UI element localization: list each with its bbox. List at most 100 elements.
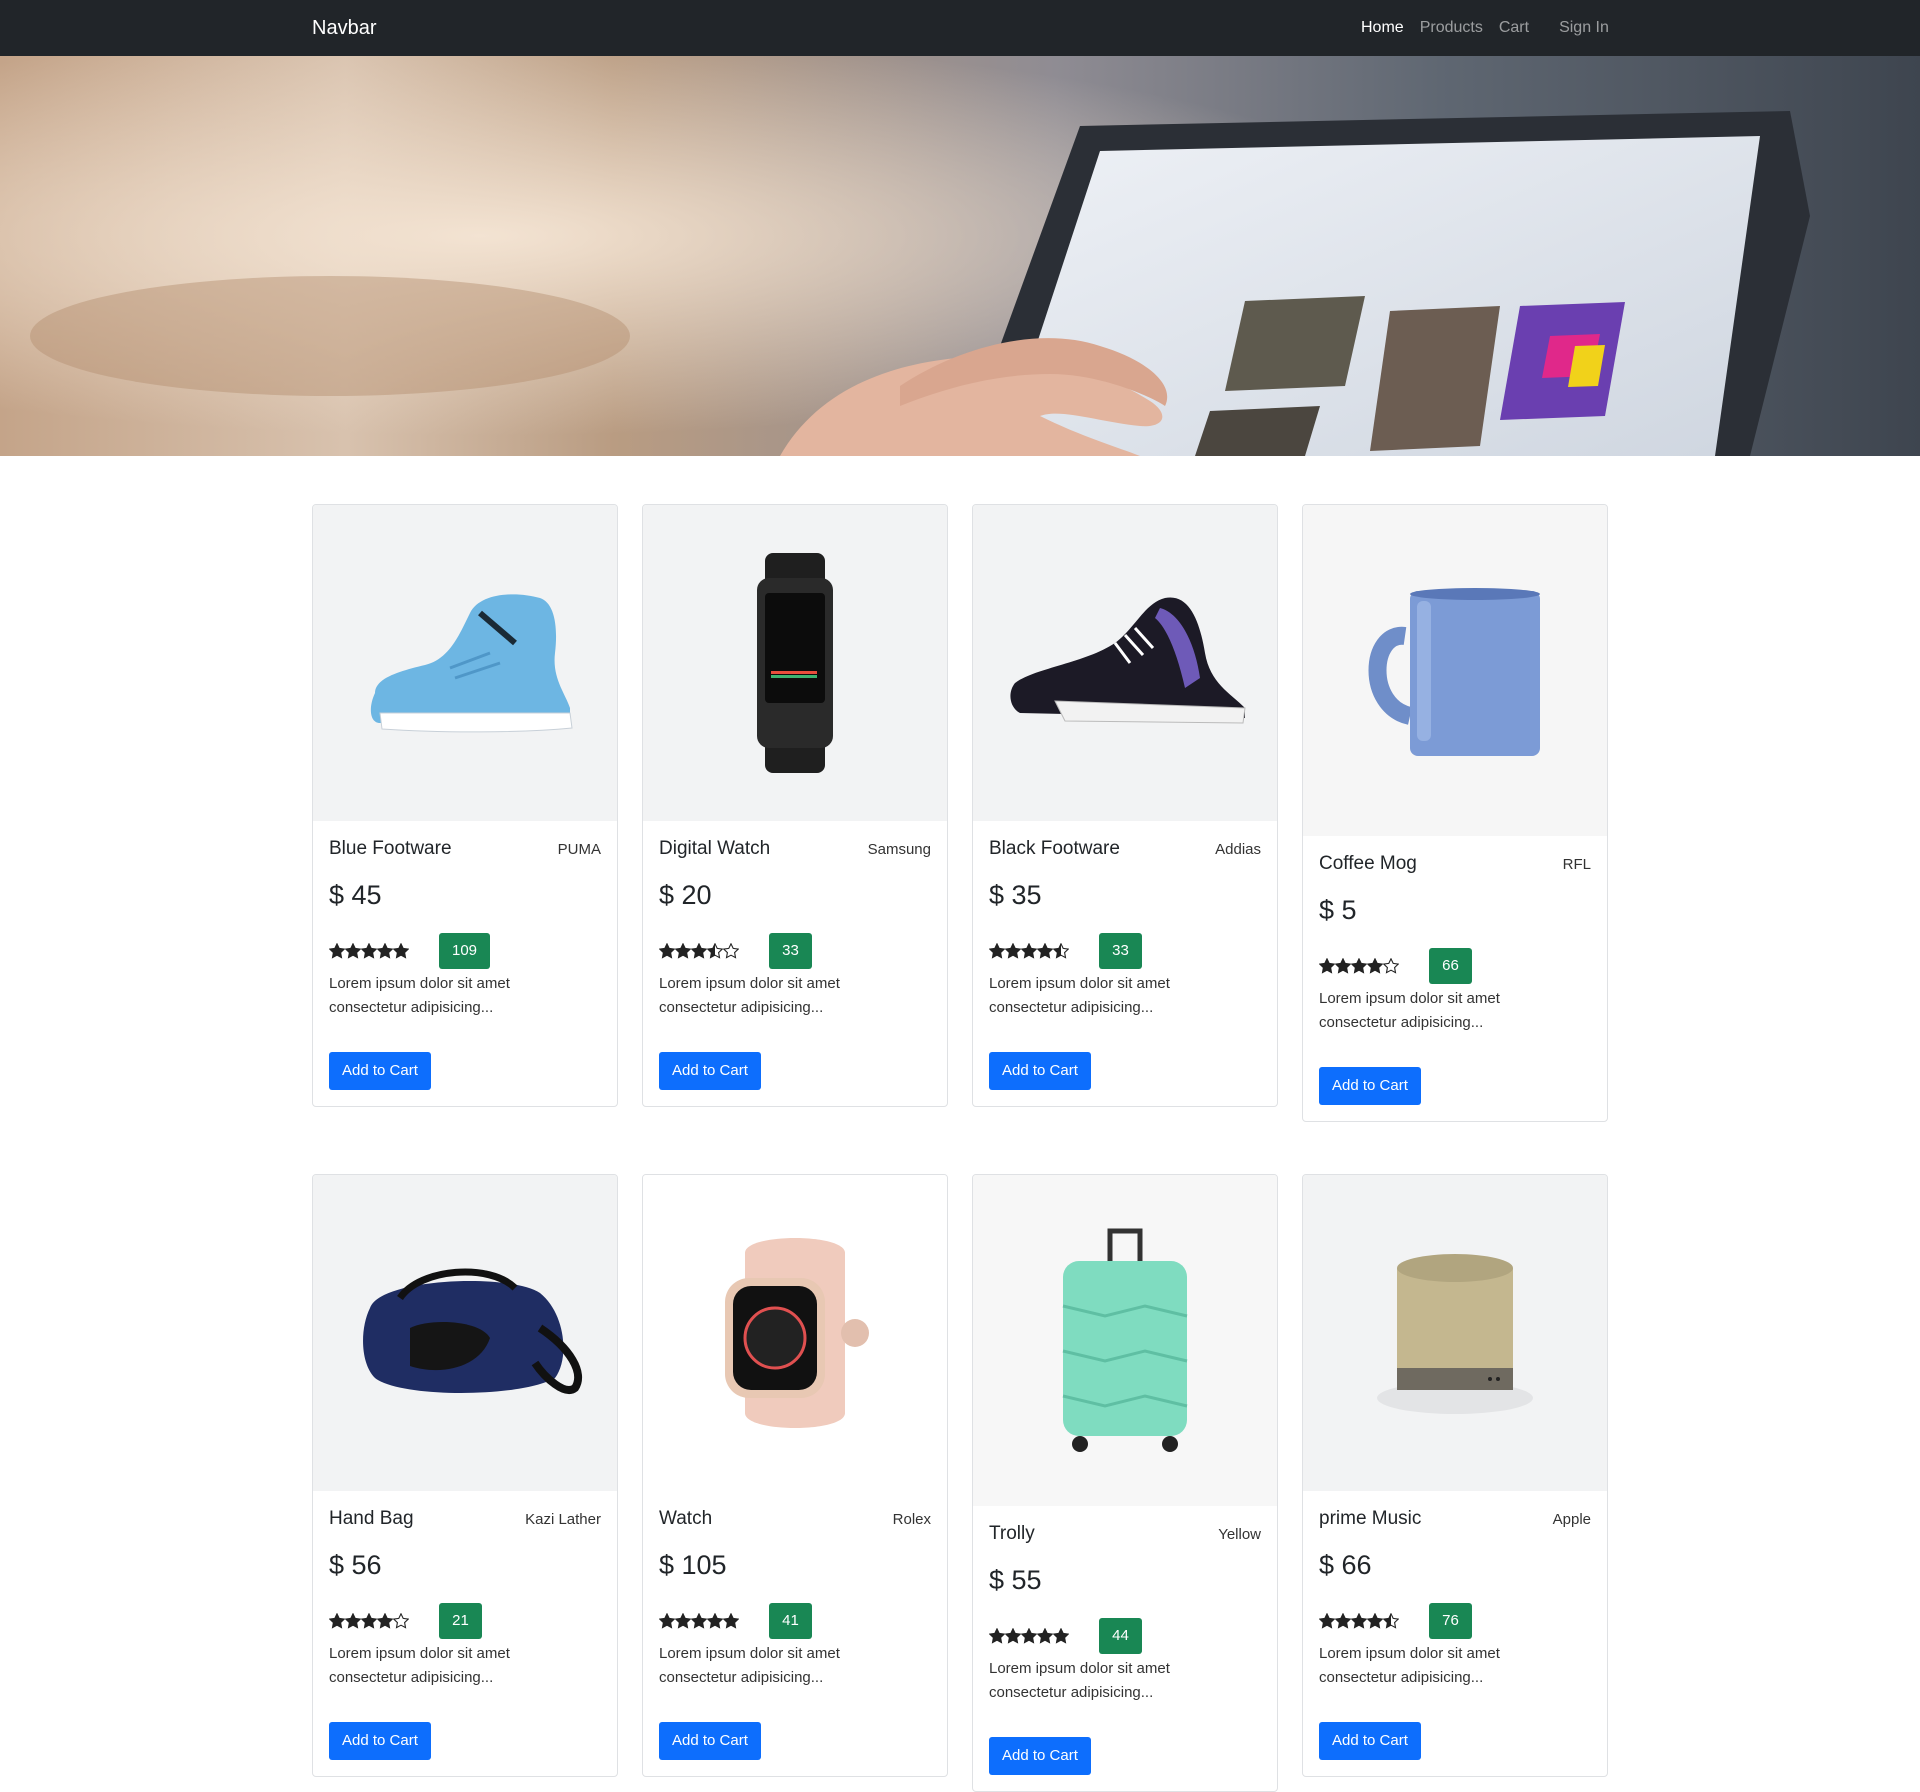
add-to-cart-button[interactable]: Add to Cart: [329, 1722, 431, 1760]
star-filled-icon: [345, 1613, 361, 1629]
nav-links: Home Products Cart Sign In: [1353, 0, 1617, 56]
product-price: $ 105: [659, 1550, 727, 1580]
nav-link-sign-in[interactable]: Sign In: [1551, 19, 1617, 37]
review-count-badge: 33: [1099, 933, 1142, 969]
product-description: Lorem ipsum dolor sit amet consectetur a…: [989, 1660, 1170, 1701]
star-filled-icon: [707, 1613, 723, 1629]
product-brand: PUMA: [557, 840, 601, 858]
product-price: $ 5: [1319, 895, 1357, 925]
product-description: Lorem ipsum dolor sit amet consectetur a…: [329, 975, 510, 1016]
product-image: [1303, 505, 1607, 836]
review-count-badge: 33: [769, 933, 812, 969]
nav-link-home[interactable]: Home: [1353, 19, 1412, 37]
review-count-badge: 21: [439, 1603, 482, 1639]
product-brand: Rolex: [892, 1510, 931, 1528]
card-body: Watch Rolex $ 105 41 Lorem ipsum dolor s…: [643, 1491, 947, 1776]
add-to-cart-button[interactable]: Add to Cart: [329, 1052, 431, 1090]
product-title: Watch: [659, 1508, 713, 1529]
product-description: Lorem ipsum dolor sit amet consectetur a…: [1319, 990, 1500, 1031]
product-title: Blue Footware: [329, 838, 452, 859]
product-title: Black Footware: [989, 838, 1120, 859]
star-rating: [1319, 958, 1429, 974]
star-filled-icon: [1005, 943, 1021, 959]
nav-link-products[interactable]: Products: [1412, 19, 1491, 37]
card-body: Blue Footware PUMA $ 45 109 Lorem ipsum …: [313, 821, 617, 1106]
product-description: Lorem ipsum dolor sit amet consectetur a…: [659, 1645, 840, 1686]
star-filled-icon: [393, 943, 409, 959]
star-filled-icon: [1367, 958, 1383, 974]
product-brand: Kazi Lather: [525, 1510, 601, 1528]
card-body: Coffee Mog RFL $ 5 66 Lorem ipsum dolor …: [1303, 836, 1607, 1121]
star-empty-icon: [393, 1613, 409, 1629]
star-rating: [659, 943, 769, 959]
star-filled-icon: [1037, 1628, 1053, 1644]
duffel-bag-image: [363, 1268, 583, 1394]
star-filled-icon: [361, 1613, 377, 1629]
nav-link-cart[interactable]: Cart: [1491, 19, 1537, 37]
star-filled-icon: [1351, 958, 1367, 974]
black-sneaker-image: [1010, 597, 1246, 724]
star-empty-icon: [1383, 958, 1399, 974]
card-body: Trolly Yellow $ 55 44 Lorem ipsum dolor …: [973, 1506, 1277, 1791]
star-filled-icon: [1053, 1628, 1069, 1644]
review-count-badge: 109: [439, 933, 491, 969]
star-rating: [329, 943, 439, 959]
product-grid: Blue Footware PUMA $ 45 109 Lorem ipsum …: [312, 504, 1608, 1792]
review-count-badge: 76: [1429, 1603, 1472, 1639]
product-title: Digital Watch: [659, 838, 771, 859]
product-brand: Yellow: [1218, 1525, 1261, 1543]
product-image: [973, 1175, 1277, 1506]
product-price: $ 55: [989, 1565, 1042, 1595]
star-rating: [989, 1628, 1099, 1644]
product-card: Coffee Mog RFL $ 5 66 Lorem ipsum dolor …: [1302, 504, 1608, 1122]
star-filled-icon: [659, 1613, 675, 1629]
star-filled-icon: [1005, 1628, 1021, 1644]
product-brand: Samsung: [867, 840, 931, 858]
star-filled-icon: [675, 1613, 691, 1629]
hero-tablet-illustration: [0, 56, 1920, 456]
star-filled-icon: [1367, 1613, 1383, 1629]
product-brand: Apple: [1552, 1510, 1591, 1528]
star-filled-icon: [1319, 958, 1335, 974]
product-description: Lorem ipsum dolor sit amet consectetur a…: [659, 975, 840, 1016]
blue-mug-image: [1368, 587, 1540, 756]
star-filled-icon: [989, 1628, 1005, 1644]
product-card: Trolly Yellow $ 55 44 Lorem ipsum dolor …: [972, 1174, 1278, 1792]
product-image: [973, 505, 1277, 821]
star-rating: [659, 1613, 769, 1629]
star-filled-icon: [377, 943, 393, 959]
card-body: Digital Watch Samsung $ 20 33 Lorem ipsu…: [643, 821, 947, 1106]
card-body: prime Music Apple $ 66 76 Lorem ipsum do…: [1303, 1491, 1607, 1776]
product-price: $ 20: [659, 880, 712, 910]
add-to-cart-button[interactable]: Add to Cart: [1319, 1067, 1421, 1105]
navbar-brand[interactable]: Navbar: [312, 0, 376, 56]
star-filled-icon: [989, 943, 1005, 959]
add-to-cart-button[interactable]: Add to Cart: [659, 1052, 761, 1090]
star-filled-icon: [1037, 943, 1053, 959]
add-to-cart-button[interactable]: Add to Cart: [659, 1722, 761, 1760]
fitness-band-image: [757, 553, 833, 773]
star-filled-icon: [723, 1613, 739, 1629]
product-price: $ 56: [329, 1550, 382, 1580]
star-filled-icon: [1351, 1613, 1367, 1629]
add-to-cart-button[interactable]: Add to Cart: [1319, 1722, 1421, 1760]
product-brand: RFL: [1562, 855, 1591, 873]
product-card: Blue Footware PUMA $ 45 109 Lorem ipsum …: [312, 504, 618, 1107]
product-description: Lorem ipsum dolor sit amet consectetur a…: [989, 975, 1170, 1016]
speaker-image: [1377, 1254, 1533, 1414]
product-description: Lorem ipsum dolor sit amet consectetur a…: [329, 1645, 510, 1686]
product-card: prime Music Apple $ 66 76 Lorem ipsum do…: [1302, 1174, 1608, 1777]
add-to-cart-button[interactable]: Add to Cart: [989, 1737, 1091, 1775]
suitcase-image: [1062, 1228, 1188, 1452]
star-filled-icon: [659, 943, 675, 959]
star-half-icon: [1383, 1613, 1399, 1629]
product-card: Hand Bag Kazi Lather $ 56 21 Lorem ipsum…: [312, 1174, 618, 1777]
card-body: Hand Bag Kazi Lather $ 56 21 Lorem ipsum…: [313, 1491, 617, 1776]
star-filled-icon: [1335, 1613, 1351, 1629]
blue-sneaker-image: [370, 594, 573, 733]
product-title: Trolly: [989, 1523, 1035, 1544]
add-to-cart-button[interactable]: Add to Cart: [989, 1052, 1091, 1090]
star-filled-icon: [329, 943, 345, 959]
star-rating: [1319, 1613, 1429, 1629]
product-description: Lorem ipsum dolor sit amet consectetur a…: [1319, 1645, 1500, 1686]
